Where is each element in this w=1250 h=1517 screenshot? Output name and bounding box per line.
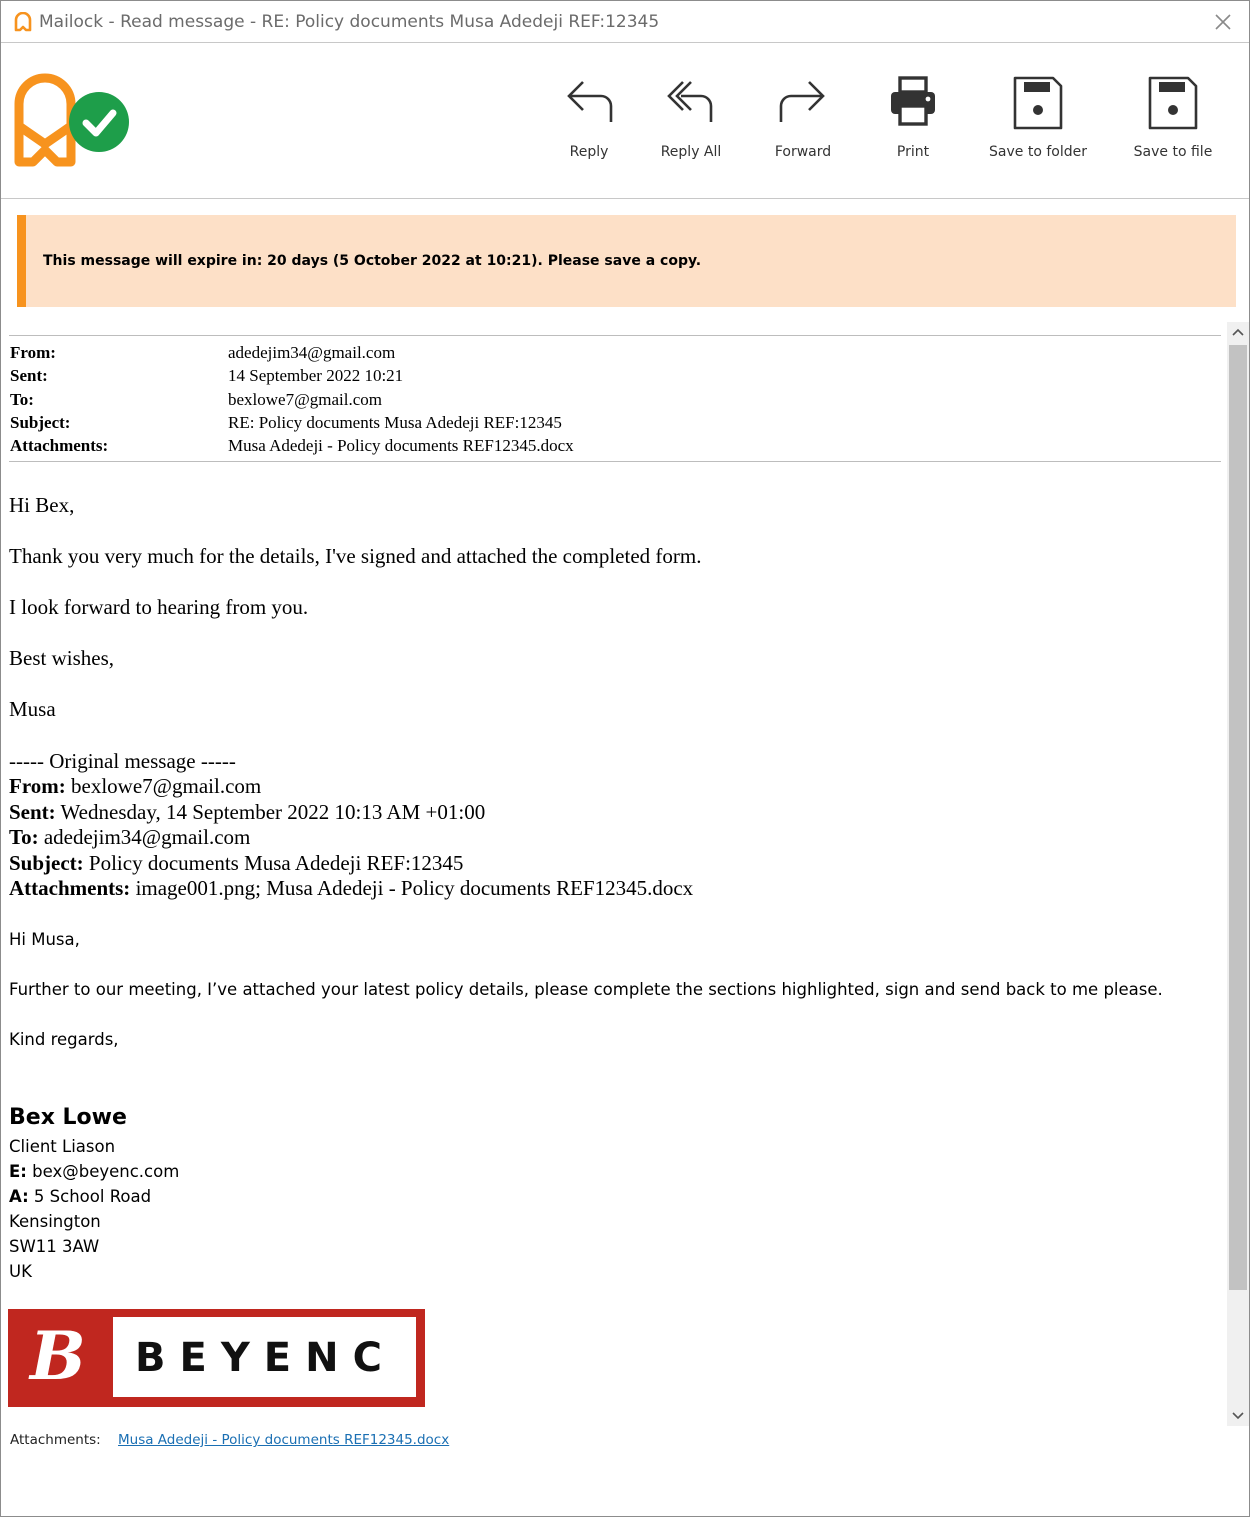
forward-label: Forward [774, 144, 832, 160]
original-sent-row: Sent: Wednesday, 14 September 2022 10:13… [9, 800, 485, 825]
header-subject-value: RE: Policy documents Musa Adedeji REF:12… [228, 413, 562, 432]
signature-email-row: E: bex@beyenc.com [9, 1162, 179, 1181]
beyenc-logo-mark: B [30, 1317, 86, 1395]
signature-email-value: bex@beyenc.com [26, 1162, 180, 1181]
vertical-scrollbar[interactable] [1227, 322, 1249, 1426]
forward-button[interactable]: Forward [765, 74, 841, 160]
scroll-down-arrow-icon[interactable] [1227, 1404, 1249, 1426]
close-icon[interactable] [1211, 10, 1235, 34]
original-subject-row: Subject: Policy documents Musa Adedeji R… [9, 851, 463, 876]
original-attachments-value: image001.png; Musa Adedeji - Policy docu… [130, 876, 694, 900]
original-from-label: From: [9, 774, 66, 798]
save-to-file-label: Save to file [1133, 144, 1213, 160]
original-sent-label: Sent: [9, 800, 56, 824]
original-to-label: To: [9, 825, 39, 849]
header-from-label: From: [10, 343, 56, 362]
reply-all-icon [667, 81, 713, 122]
original-subject-label: Subject: [9, 851, 84, 875]
printer-icon [891, 76, 935, 126]
signature-address-row: A: 5 School Road [9, 1187, 151, 1206]
body-line: Thank you very much for the details, I'v… [9, 544, 702, 568]
original-attachments-row: Attachments: image001.png; Musa Adedeji … [9, 876, 693, 901]
save-to-file-button[interactable]: Save to file [1129, 74, 1217, 160]
original-to-value: adedejim34@gmail.com [38, 825, 251, 849]
body-line: I look forward to hearing from you. [9, 595, 309, 619]
signature-role: Client Liason [9, 1137, 116, 1156]
header-attachments-label: Attachments: [10, 436, 109, 455]
header-sent-value: 14 September 2022 10:21 [228, 366, 404, 385]
original-body-line: Further to our meeting, I’ve attached yo… [9, 980, 1163, 999]
beyenc-logo: B BEYENC [8, 1309, 425, 1407]
signature-address-line: SW11 3AW [9, 1237, 100, 1256]
body-greeting: Hi Bex, [9, 493, 75, 517]
signature-address-value: 5 School Road [28, 1187, 152, 1206]
expiry-banner-text: This message will expire in: 20 days (5 … [43, 253, 702, 269]
signature-name: Bex Lowe [9, 1105, 127, 1130]
save-folder-icon [1013, 76, 1063, 130]
divider [9, 461, 1221, 462]
save-to-folder-button[interactable]: Save to folder [986, 74, 1090, 160]
original-to-row: To: adedejim34@gmail.com [9, 825, 250, 850]
mailock-app-icon [14, 12, 32, 32]
beyenc-logo-panel: BEYENC [113, 1317, 416, 1397]
expiry-banner: This message will expire in: 20 days (5 … [17, 215, 1236, 307]
body-closing: Best wishes, [9, 646, 114, 670]
message-content: From: adedejim34@gmail.com Sent: 14 Sept… [1, 319, 1226, 1424]
original-closing: Kind regards, [9, 1030, 119, 1049]
title-bar: Mailock - Read message - RE: Policy docu… [1, 1, 1249, 43]
header-to-value: bexlowe7@gmail.com [228, 390, 382, 409]
signature-email-label: E: [9, 1162, 27, 1181]
header-from-value: adedejim34@gmail.com [228, 343, 396, 362]
original-attachments-label: Attachments: [9, 876, 131, 900]
divider [9, 335, 1221, 336]
reply-button[interactable]: Reply [553, 74, 625, 160]
window-title: Mailock - Read message - RE: Policy docu… [39, 12, 660, 32]
body-signoff: Musa [9, 697, 56, 721]
original-subject-value: Policy documents Musa Adedeji REF:12345 [83, 851, 464, 875]
original-from-value: bexlowe7@gmail.com [65, 774, 262, 798]
signature-address-line: UK [9, 1262, 32, 1281]
footer-attachments-label: Attachments: [10, 1432, 101, 1448]
mailock-window: Mailock - Read message - RE: Policy docu… [0, 0, 1250, 1517]
scrollbar-thumb[interactable] [1229, 345, 1247, 1290]
header-attachments-value: Musa Adedeji - Policy documents REF12345… [228, 436, 574, 455]
header-to-label: To: [10, 390, 34, 409]
mailock-logo [14, 73, 129, 167]
attachment-link[interactable]: Musa Adedeji - Policy documents REF12345… [118, 1432, 449, 1448]
reply-all-button[interactable]: Reply All [651, 74, 731, 160]
signature-address-label: A: [9, 1187, 29, 1206]
original-from-row: From: bexlowe7@gmail.com [9, 774, 261, 799]
reply-label: Reply [569, 144, 609, 160]
print-label: Print [896, 144, 930, 160]
save-to-folder-label: Save to folder [989, 144, 1087, 160]
beyenc-logo-text: BEYENC [135, 1335, 396, 1381]
scroll-up-arrow-icon[interactable] [1227, 322, 1249, 344]
print-button[interactable]: Print [883, 74, 943, 160]
original-message-divider: ----- Original message ----- [9, 749, 236, 773]
toolbar: Reply Reply All Forward Print Save to fo… [1, 44, 1249, 199]
original-greeting: Hi Musa, [9, 930, 80, 949]
header-subject-label: Subject: [10, 413, 71, 432]
original-sent-value: Wednesday, 14 September 2022 10:13 AM +0… [55, 800, 486, 824]
reply-all-label: Reply All [660, 144, 722, 160]
signature-address-line: Kensington [9, 1212, 101, 1231]
reply-icon [567, 81, 613, 122]
save-file-icon [1148, 76, 1198, 130]
forward-icon [779, 81, 825, 122]
header-sent-label: Sent: [10, 366, 48, 385]
